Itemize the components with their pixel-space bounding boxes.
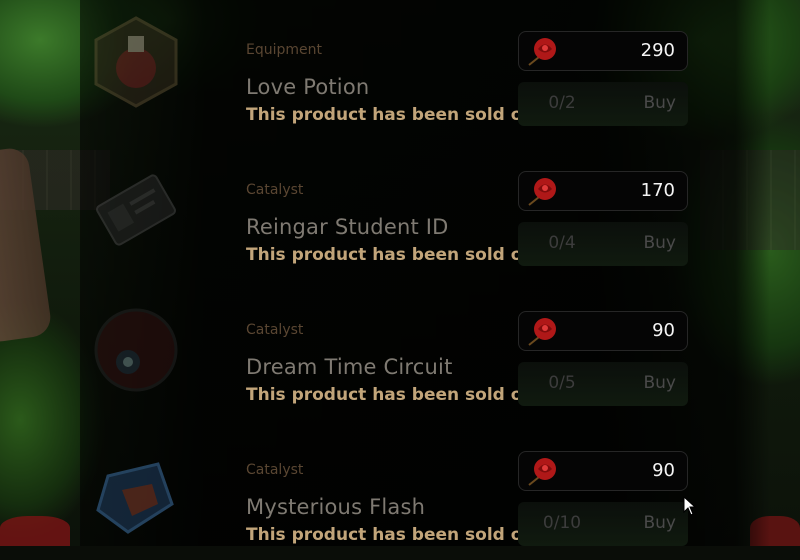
buy-button[interactable]: Buy [644, 233, 677, 253]
buy-button[interactable]: Buy [644, 93, 677, 113]
stock-count: 0/10 [542, 513, 582, 533]
price-value: 290 [640, 40, 675, 61]
rose-icon [528, 458, 556, 486]
rose-icon [528, 38, 556, 66]
item-name: Love Potion [246, 75, 370, 99]
shop-item: Catalyst Mysterious Flash This product h… [0, 420, 800, 560]
item-category: Catalyst [246, 182, 304, 198]
mouse-cursor-icon [683, 496, 697, 516]
buy-button[interactable]: Buy [644, 513, 677, 533]
item-name: Reingar Student ID [246, 215, 449, 239]
buy-bar: 0/2 Buy [518, 82, 688, 126]
item-name: Mysterious Flash [246, 495, 426, 519]
price-tag: 90 [518, 311, 688, 351]
crystal-flash-icon [88, 446, 184, 542]
price-tag: 290 [518, 31, 688, 71]
buy-bar: 0/10 Buy [518, 502, 688, 546]
stock-count: 0/2 [548, 93, 576, 113]
stock-count: 0/5 [548, 373, 576, 393]
sold-out-text: This product has been sold out [246, 385, 543, 405]
sold-out-text: This product has been sold out [246, 245, 543, 265]
potion-icon [88, 14, 184, 110]
buy-bar: 0/5 Buy [518, 362, 688, 406]
buy-button[interactable]: Buy [644, 373, 677, 393]
item-category: Equipment [246, 42, 322, 58]
rose-icon [528, 318, 556, 346]
id-card-icon [88, 162, 184, 258]
shop-item: Catalyst Dream Time Circuit This product… [0, 280, 800, 420]
circuit-orb-icon [88, 302, 184, 398]
shop-item-list: Equipment Love Potion This product has b… [0, 0, 800, 546]
buy-bar: 0/4 Buy [518, 222, 688, 266]
price-value: 170 [640, 180, 675, 201]
item-category: Catalyst [246, 322, 304, 338]
item-category: Catalyst [246, 462, 304, 478]
shop-item: Equipment Love Potion This product has b… [0, 0, 800, 140]
stock-count: 0/4 [548, 233, 576, 253]
sold-out-text: This product has been sold out [246, 525, 543, 545]
rose-icon [528, 178, 556, 206]
price-value: 90 [652, 460, 675, 481]
price-value: 90 [652, 320, 675, 341]
price-tag: 170 [518, 171, 688, 211]
sold-out-text: This product has been sold out [246, 105, 543, 125]
price-tag: 90 [518, 451, 688, 491]
item-name: Dream Time Circuit [246, 355, 453, 379]
shop-item: Catalyst Reingar Student ID This product… [0, 140, 800, 280]
